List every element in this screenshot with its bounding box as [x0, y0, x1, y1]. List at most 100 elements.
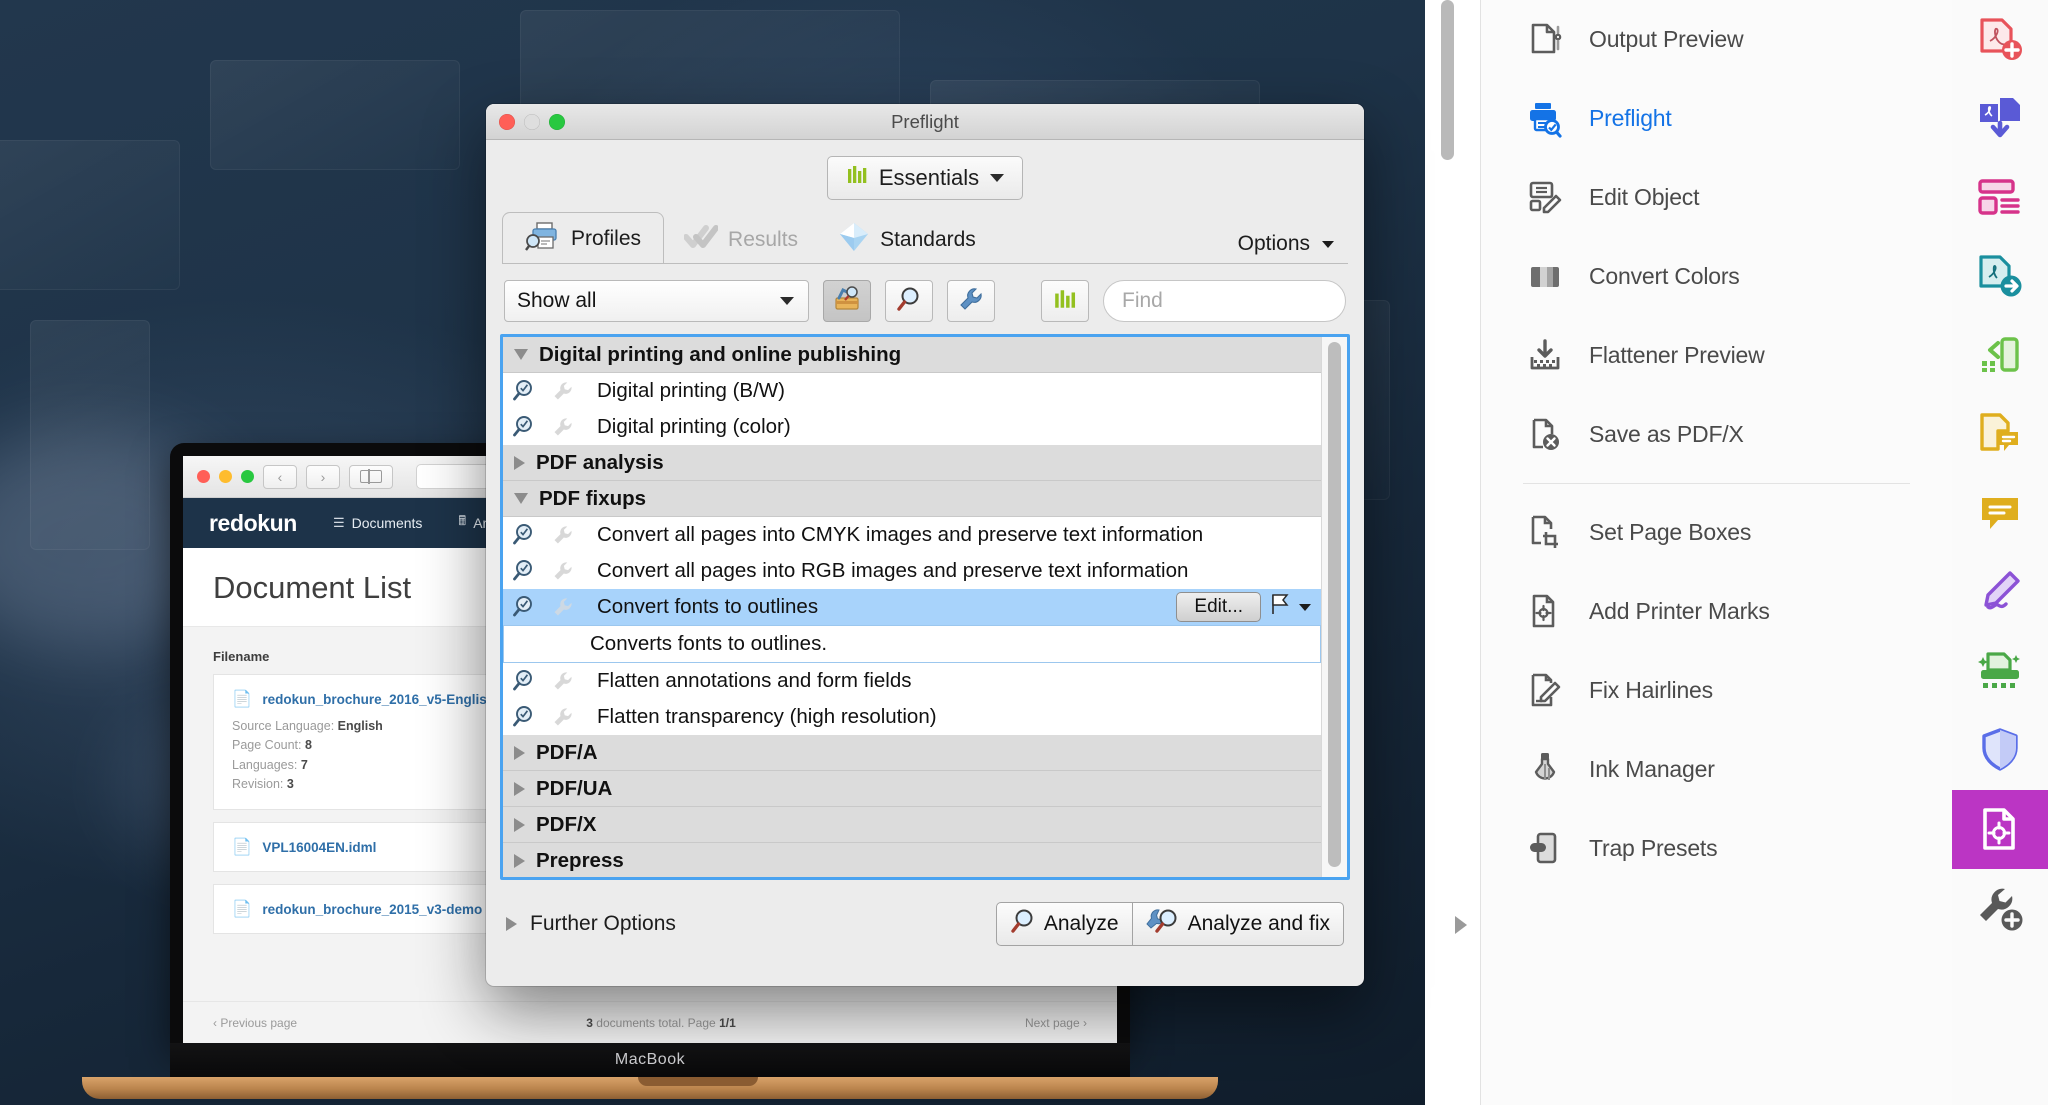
triangle-right-icon — [514, 456, 525, 470]
table-row-selected[interactable]: Convert fonts to outlines Edit... — [503, 589, 1321, 625]
meta-value: 7 — [301, 758, 308, 772]
list-group-header[interactable]: PDF fixups — [503, 481, 1321, 517]
tool-item-label: Convert Colors — [1589, 263, 1740, 290]
tool-item-ink-manager[interactable]: Ink Manager — [1481, 730, 1952, 809]
scan-ocr-icon[interactable] — [1952, 632, 2048, 711]
wrench-icon-button[interactable] — [947, 280, 995, 322]
next-page-link[interactable]: Next page › — [1025, 1016, 1087, 1030]
browser-zoom-dot[interactable] — [241, 470, 254, 483]
profile-label: Digital printing (color) — [583, 415, 791, 439]
file-icon: 📄 — [232, 839, 252, 856]
close-button[interactable] — [499, 114, 515, 130]
analyze-button[interactable]: Analyze — [996, 902, 1133, 946]
organize-pages-icon[interactable] — [1952, 158, 2048, 237]
document-filename[interactable]: VPL16004EN.idml — [262, 840, 376, 855]
meta-value: 8 — [305, 738, 312, 752]
tab-profiles[interactable]: Profiles — [502, 212, 664, 264]
wrench-disabled-icon — [543, 596, 583, 618]
browser-minimize-dot[interactable] — [219, 470, 232, 483]
page-scrollbar[interactable] — [1425, 0, 1481, 1105]
table-row[interactable]: Digital printing (color) — [503, 409, 1321, 445]
panel-expand-arrow-icon[interactable] — [1455, 916, 1467, 934]
tool-item-preflight[interactable]: Preflight — [1481, 79, 1952, 158]
tool-item-fix-hairlines[interactable]: Fix Hairlines — [1481, 651, 1952, 730]
tab-results[interactable]: Results — [664, 216, 818, 264]
chevron-down-icon — [1322, 241, 1334, 248]
edit-pdf-icon[interactable] — [1952, 316, 2048, 395]
tool-item-save-as-pdfx[interactable]: Save as PDF/X — [1481, 395, 1952, 474]
minimize-button[interactable] — [524, 114, 540, 130]
magnifier-icon — [1010, 908, 1036, 940]
comment-icon[interactable] — [1952, 474, 2048, 553]
flag-icon[interactable] — [1270, 593, 1290, 621]
find-input[interactable]: Find — [1103, 280, 1346, 322]
options-menu[interactable]: Options — [1238, 232, 1348, 264]
nav-item-documents[interactable]: ☰ Documents — [333, 515, 422, 531]
protect-icon[interactable] — [1952, 711, 2048, 790]
list-group-header[interactable]: PDF/UA — [503, 771, 1321, 807]
combine-files-icon[interactable] — [1952, 79, 2048, 158]
tool-item-trap-presets[interactable]: Trap Presets — [1481, 809, 1952, 888]
preflight-dialog[interactable]: Preflight Essentials — [486, 104, 1364, 986]
tool-item-label: Set Page Boxes — [1589, 519, 1751, 546]
list-group-header[interactable]: Prepress — [503, 843, 1321, 877]
check-magnifier-icon — [503, 415, 543, 439]
chevron-down-icon[interactable] — [1299, 604, 1311, 611]
create-pdf-icon[interactable] — [1952, 0, 2048, 79]
wrench-disabled-icon — [543, 524, 583, 546]
list-group-header[interactable]: PDF/X — [503, 807, 1321, 843]
check-magnifier-icon — [503, 669, 543, 693]
profiles-list[interactable]: Digital printing and online publishing — [500, 334, 1350, 880]
export-pdf-icon[interactable] — [1952, 237, 2048, 316]
tool-item-set-page-boxes[interactable]: Set Page Boxes — [1481, 493, 1952, 572]
list-group-header[interactable]: PDF analysis — [503, 445, 1321, 481]
chart-icon-button[interactable] — [1041, 280, 1089, 322]
edit-button[interactable]: Edit... — [1176, 592, 1261, 622]
documents-total-count: 3 — [586, 1016, 593, 1030]
table-row[interactable]: Convert all pages into RGB images and pr… — [503, 553, 1321, 589]
preset-dropdown[interactable]: Essentials — [827, 156, 1023, 200]
file-icon: 📄 — [232, 901, 252, 918]
find-placeholder: Find — [1122, 289, 1163, 313]
zoom-button[interactable] — [549, 114, 565, 130]
preflight-titlebar: Preflight — [486, 104, 1364, 140]
page-scrollbar-thumb[interactable] — [1441, 0, 1454, 160]
flattener-preview-icon — [1523, 334, 1567, 378]
pagination-summary: 3 documents total. Page 1/1 — [586, 1016, 735, 1030]
browser-forward-icon[interactable]: › — [306, 465, 340, 489]
show-filter-dropdown[interactable]: Show all — [504, 280, 809, 322]
comment-doc-icon[interactable] — [1952, 395, 2048, 474]
list-scrollbar-thumb[interactable] — [1328, 342, 1341, 867]
fill-sign-icon[interactable] — [1952, 553, 2048, 632]
diamond-icon — [838, 221, 870, 259]
magnifier-icon-button[interactable] — [885, 280, 933, 322]
list-scrollbar[interactable] — [1321, 337, 1347, 877]
documents-icon: ☰ — [333, 515, 345, 531]
tool-item-edit-object[interactable]: Edit Object — [1481, 158, 1952, 237]
previous-page-link[interactable]: ‹ Previous page — [213, 1016, 297, 1030]
print-production-icon[interactable] — [1952, 790, 2048, 869]
preflight-tabs: Profiles Results — [500, 208, 1350, 264]
toolbox-icon-button[interactable] — [823, 280, 871, 322]
tool-item-add-printer-marks[interactable]: Add Printer Marks — [1481, 572, 1952, 651]
tool-item-convert-colors[interactable]: Convert Colors — [1481, 237, 1952, 316]
browser-back-icon[interactable]: ‹ — [263, 465, 297, 489]
table-row[interactable]: Convert all pages into CMYK images and p… — [503, 517, 1321, 553]
browser-sidebar-icon[interactable] — [349, 465, 393, 489]
table-row[interactable]: Digital printing (B/W) — [503, 373, 1321, 409]
list-group-header[interactable]: Digital printing and online publishing — [503, 337, 1321, 373]
table-row[interactable]: Flatten annotations and form fields — [503, 663, 1321, 699]
tool-item-flattener-preview[interactable]: Flattener Preview — [1481, 316, 1952, 395]
tab-standards[interactable]: Standards — [818, 216, 996, 264]
table-row[interactable]: Flatten transparency (high resolution) — [503, 699, 1321, 735]
redokun-logo[interactable]: redokun — [209, 510, 297, 537]
more-tools-icon[interactable] — [1952, 869, 2048, 948]
tool-item-output-preview[interactable]: Output Preview — [1481, 0, 1952, 79]
profile-label: Convert fonts to outlines — [583, 595, 818, 619]
further-options-toggle[interactable]: Further Options — [506, 912, 676, 936]
browser-close-dot[interactable] — [197, 470, 210, 483]
check-magnifier-icon — [503, 523, 543, 547]
meta-label: Source Language: — [232, 719, 334, 733]
list-group-header[interactable]: PDF/A — [503, 735, 1321, 771]
analyze-and-fix-button[interactable]: Analyze and fix — [1133, 902, 1344, 946]
